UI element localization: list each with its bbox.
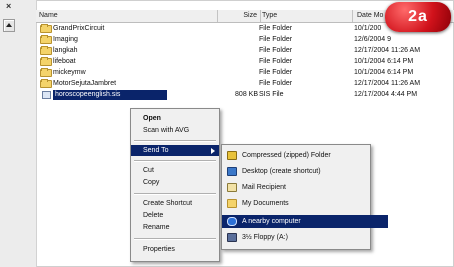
file-type: File Folder	[259, 36, 293, 43]
folder-icon	[40, 68, 52, 77]
menu-item-create-shortcut[interactable]: Create Shortcut	[131, 198, 219, 209]
menu-item-delete[interactable]: Delete	[131, 210, 219, 221]
file-date: 10/1/2004 6:14 PM	[354, 69, 414, 76]
bluetooth-icon	[227, 217, 237, 226]
file-name: MotorSejutaJambret	[53, 80, 117, 87]
menu-separator	[134, 160, 216, 162]
zip-folder-icon	[227, 151, 237, 160]
file-name: GrandPrixCircuit	[53, 25, 105, 32]
desktop-icon	[227, 167, 237, 176]
folder-icon	[40, 35, 52, 44]
file-type: File Folder	[259, 25, 293, 32]
up-arrow-icon	[6, 23, 12, 27]
file-row[interactable]: Imaging File Folder 12/6/2004 9	[36, 35, 454, 45]
send-to-label: 3½ Floppy (A:)	[242, 234, 288, 241]
send-to-label: My Documents	[242, 200, 289, 207]
send-to-desktop[interactable]: Desktop (create shortcut)	[222, 165, 388, 178]
menu-item-rename[interactable]: Rename	[131, 222, 219, 233]
column-name[interactable]: Name	[36, 10, 218, 22]
menu-item-send-to[interactable]: Send To	[131, 145, 219, 156]
file-name: Imaging	[53, 36, 78, 43]
send-to-label: A nearby computer	[242, 218, 301, 225]
my-documents-icon	[227, 199, 237, 208]
file-date: 12/6/2004 9	[354, 36, 391, 43]
send-to-compressed-folder[interactable]: Compressed (zipped) Folder	[222, 149, 388, 162]
folder-icon	[40, 79, 52, 88]
send-to-my-documents[interactable]: My Documents	[222, 197, 388, 210]
folder-tree-pane: ×	[0, 0, 37, 267]
folder-icon	[40, 24, 52, 33]
floppy-icon	[227, 233, 237, 242]
file-row[interactable]: lifeboat File Folder 10/1/2004 6:14 PM	[36, 57, 454, 67]
mail-icon	[227, 183, 237, 192]
file-type: SIS File	[259, 91, 284, 98]
file-date: 10/1/2004 6:14 PM	[354, 58, 414, 65]
file-row[interactable]: langkah File Folder 12/17/2004 11:26 AM	[36, 46, 454, 56]
close-pane-icon[interactable]: ×	[6, 1, 11, 11]
menu-item-copy[interactable]: Copy	[131, 177, 219, 188]
step-badge: 2a	[385, 2, 451, 32]
submenu-arrow-icon	[211, 148, 215, 154]
menu-item-open[interactable]: Open	[131, 113, 219, 124]
menu-separator	[134, 238, 216, 240]
file-size: 808 KB	[235, 91, 258, 98]
send-to-label: Desktop (create shortcut)	[242, 168, 321, 175]
sis-file-icon	[42, 91, 51, 99]
file-row[interactable]: MotorSejutaJambret File Folder 12/17/200…	[36, 79, 454, 89]
menu-separator	[134, 140, 216, 142]
send-to-submenu: Compressed (zipped) Folder Desktop (crea…	[221, 144, 388, 250]
file-date: 10/1/200	[354, 25, 382, 32]
column-type[interactable]: Type	[259, 10, 353, 22]
menu-separator	[134, 193, 216, 195]
send-to-floppy[interactable]: 3½ Floppy (A:)	[222, 231, 388, 244]
file-row[interactable]: mickeymw File Folder 10/1/2004 6:14 PM	[36, 68, 454, 78]
file-type: File Folder	[259, 80, 293, 87]
file-type: File Folder	[259, 69, 293, 76]
file-date: 12/17/2004 11:26 AM	[354, 47, 421, 54]
menu-item-cut[interactable]: Cut	[131, 165, 219, 176]
send-to-label: Mail Recipient	[242, 184, 286, 191]
send-to-mail-recipient[interactable]: Mail Recipient	[222, 181, 388, 194]
file-date: 12/17/2004 11:26 AM	[354, 80, 421, 87]
file-name: horoscopeenglish.sis	[53, 90, 167, 100]
column-size[interactable]: Size	[218, 10, 261, 22]
menu-item-send-to-label: Send To	[143, 147, 169, 154]
context-menu: Open Scan with AVG Send To Cut Copy Crea…	[130, 108, 220, 262]
send-to-label: Compressed (zipped) Folder	[242, 152, 331, 159]
folder-icon	[40, 46, 52, 55]
scroll-up-button[interactable]	[3, 19, 15, 32]
file-name: langkah	[53, 47, 78, 54]
file-name: lifeboat	[53, 58, 76, 65]
folder-icon	[40, 57, 52, 66]
file-type: File Folder	[259, 58, 293, 65]
file-type: File Folder	[259, 47, 293, 54]
file-name: mickeymw	[53, 69, 86, 76]
file-row-selected[interactable]: horoscopeenglish.sis 808 KB SIS File 12/…	[36, 90, 454, 100]
menu-item-properties[interactable]: Properties	[131, 244, 219, 255]
file-date: 12/17/2004 4:44 PM	[354, 91, 418, 98]
send-to-nearby-computer[interactable]: A nearby computer	[222, 215, 388, 228]
menu-item-scan-avg[interactable]: Scan with AVG	[131, 125, 219, 136]
